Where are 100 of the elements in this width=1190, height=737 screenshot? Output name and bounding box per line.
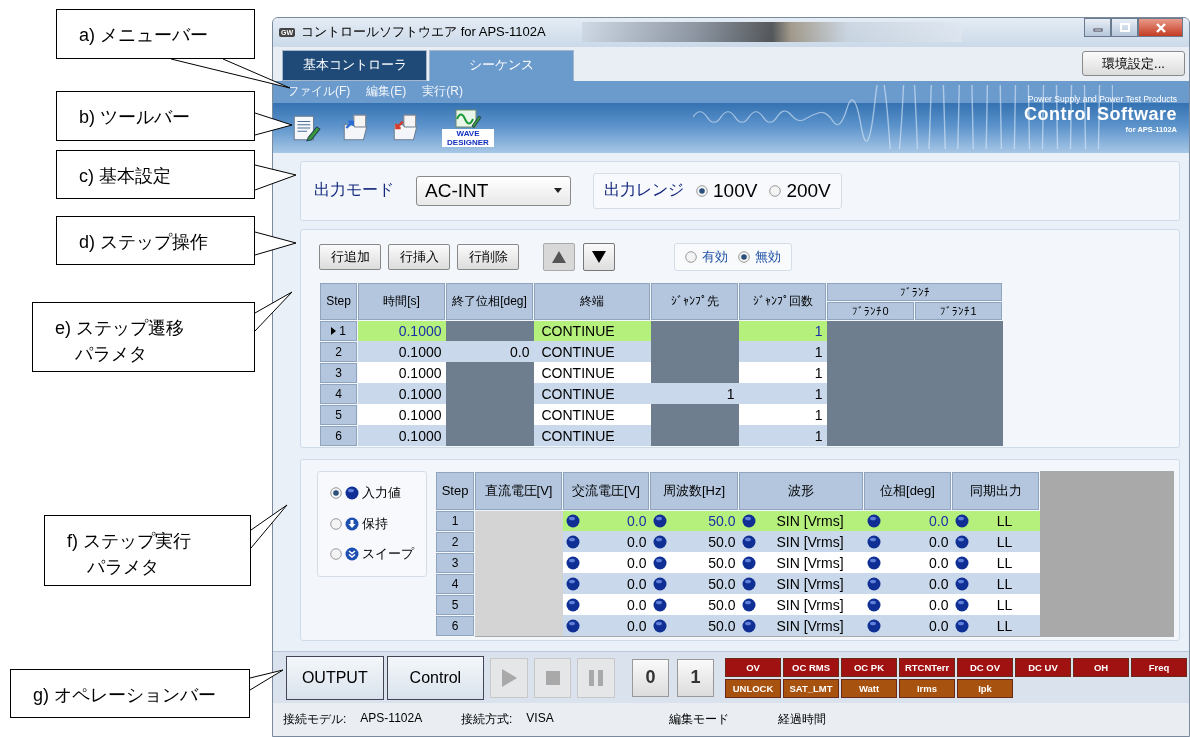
row-header[interactable]: 5 (319, 404, 358, 426)
table-cell[interactable]: 1 (738, 425, 827, 447)
table-cell[interactable]: SIN [Vrms] (759, 533, 861, 550)
row-header[interactable]: 2 (319, 341, 358, 363)
table-cell[interactable]: 50.0 (670, 554, 736, 571)
table-cell[interactable]: 0.0 (583, 533, 647, 550)
table-cell[interactable]: 1 (738, 404, 827, 426)
radio-button[interactable] (685, 250, 697, 263)
table-cell[interactable]: 0.1000 (357, 425, 446, 447)
row-header[interactable]: 1 (435, 510, 475, 532)
table-cell[interactable]: CONTINUE (533, 383, 651, 405)
radio-label[interactable]: 無効 (755, 247, 781, 266)
maximize-button[interactable] (1111, 18, 1138, 37)
radio-button[interactable] (330, 548, 342, 561)
table-row[interactable]: 4 0.0 50.0 SIN [Vrms] 0.0 LL (435, 573, 1040, 595)
table-row[interactable]: 2 0.1000 0.0 CONTINUE 1 (319, 341, 1003, 363)
table-row[interactable]: 3 0.1000 CONTINUE 1 (319, 362, 1003, 384)
table-cell[interactable]: CONTINUE (533, 341, 651, 363)
tab[interactable]: 基本コントローラ (282, 49, 427, 81)
table-cell[interactable]: 0.0 (884, 513, 949, 530)
control-button[interactable]: Control (386, 655, 485, 700)
table-cell[interactable]: 50.0 (670, 617, 736, 634)
table-cell[interactable]: 1 (738, 320, 827, 342)
output-button[interactable]: OUTPUT (286, 655, 384, 700)
table-cell[interactable]: 0.1000 (357, 341, 446, 363)
close-button[interactable] (1138, 18, 1183, 37)
table-cell[interactable]: SIN [Vrms] (759, 575, 861, 592)
radio-button[interactable] (738, 250, 750, 263)
row-header[interactable]: 3 (435, 552, 475, 574)
row-action-button[interactable]: 行挿入 (388, 243, 450, 270)
table-cell[interactable]: 0.0 (884, 575, 949, 592)
table-cell[interactable]: 0.0 (445, 341, 534, 363)
row-header[interactable]: 5 (435, 594, 475, 616)
table-cell[interactable]: LL (972, 596, 1037, 613)
table-cell[interactable]: 0.0 (884, 596, 949, 613)
radio-label[interactable]: 200V (786, 179, 831, 202)
output-mode-dropdown[interactable]: AC-INT (416, 175, 571, 206)
table-cell[interactable]: 1 (738, 383, 827, 405)
radio-label[interactable]: 有効 (702, 247, 728, 266)
minimize-button[interactable] (1084, 18, 1111, 37)
table-row[interactable]: 6 0.0 50.0 SIN [Vrms] 0.0 LL (435, 615, 1040, 637)
radio-label[interactable]: 保持 (362, 514, 388, 533)
table-cell[interactable]: LL (972, 554, 1037, 571)
table-cell[interactable]: 0.1000 (357, 362, 446, 384)
table-cell[interactable]: SIN [Vrms] (759, 596, 861, 613)
radio-button[interactable] (330, 517, 342, 530)
row-header[interactable]: 4 (435, 573, 475, 595)
wave-designer-button[interactable]: WAVE DESIGNER (441, 108, 495, 147)
table-row[interactable]: 5 0.1000 CONTINUE 1 (319, 404, 1003, 426)
table-cell[interactable]: LL (972, 533, 1037, 550)
table-cell[interactable]: 1 (650, 383, 739, 405)
table-cell[interactable]: 0.1000 (357, 404, 446, 426)
row-header[interactable]: 2 (435, 531, 475, 553)
table-row[interactable]: 1 0.0 50.0 SIN [Vrms] 0.0 LL (435, 510, 1040, 532)
row-header[interactable]: 1 (319, 320, 358, 342)
row-header[interactable]: 6 (319, 425, 358, 447)
radio-button[interactable] (330, 487, 342, 500)
radio-button[interactable] (769, 184, 782, 197)
table-cell[interactable]: CONTINUE (533, 425, 651, 447)
table-cell[interactable]: SIN [Vrms] (759, 513, 861, 530)
table-cell[interactable]: 0.1000 (357, 320, 446, 342)
settings-button[interactable]: 環境設定... (1082, 51, 1185, 77)
table-cell[interactable]: 1 (738, 341, 827, 363)
row-header[interactable]: 3 (319, 362, 358, 384)
table-cell[interactable]: CONTINUE (533, 404, 651, 426)
table-cell[interactable]: 0.0 (583, 617, 647, 634)
table-row[interactable]: 6 0.1000 CONTINUE 1 (319, 425, 1003, 447)
row-header[interactable]: 6 (435, 615, 475, 637)
table-cell[interactable]: 0.0 (884, 554, 949, 571)
radio-label[interactable]: 100V (713, 179, 758, 202)
memory-button[interactable]: 0 (632, 658, 669, 697)
radio-button[interactable] (696, 184, 708, 197)
radio-label[interactable]: スイープ (362, 545, 414, 564)
table-cell[interactable]: 0.0 (884, 533, 949, 550)
table-cell[interactable]: 0.0 (583, 554, 647, 571)
table-row[interactable]: 4 0.1000 CONTINUE 1 1 (319, 383, 1003, 405)
move-down-button[interactable] (583, 242, 615, 271)
table-cell[interactable]: CONTINUE (533, 320, 651, 342)
table-cell[interactable]: 1 (738, 362, 827, 384)
table-cell[interactable]: CONTINUE (533, 362, 651, 384)
table-cell[interactable]: 50.0 (670, 575, 736, 592)
table-cell[interactable]: SIN [Vrms] (759, 617, 861, 634)
radio-label[interactable]: 入力値 (362, 484, 401, 503)
table-cell[interactable]: LL (972, 513, 1037, 530)
table-cell[interactable]: 50.0 (670, 533, 736, 550)
table-cell[interactable]: SIN [Vrms] (759, 554, 861, 571)
row-action-button[interactable]: 行追加 (319, 243, 381, 270)
table-cell[interactable]: 0.0 (884, 617, 949, 634)
table-row[interactable]: 1 0.1000 CONTINUE 1 (319, 320, 1003, 342)
row-action-button[interactable]: 行削除 (457, 243, 519, 270)
table-cell[interactable]: LL (972, 617, 1037, 634)
table-cell[interactable]: 50.0 (670, 513, 736, 530)
table-row[interactable]: 5 0.0 50.0 SIN [Vrms] 0.0 LL (435, 594, 1040, 616)
table-cell[interactable]: LL (972, 575, 1037, 592)
table-row[interactable]: 3 0.0 50.0 SIN [Vrms] 0.0 LL (435, 552, 1040, 574)
table-cell[interactable]: 50.0 (670, 596, 736, 613)
table-cell[interactable]: 0.0 (583, 575, 647, 592)
row-header[interactable]: 4 (319, 383, 358, 405)
table-row[interactable]: 2 0.0 50.0 SIN [Vrms] 0.0 LL (435, 531, 1040, 553)
table-cell[interactable]: 0.0 (583, 596, 647, 613)
